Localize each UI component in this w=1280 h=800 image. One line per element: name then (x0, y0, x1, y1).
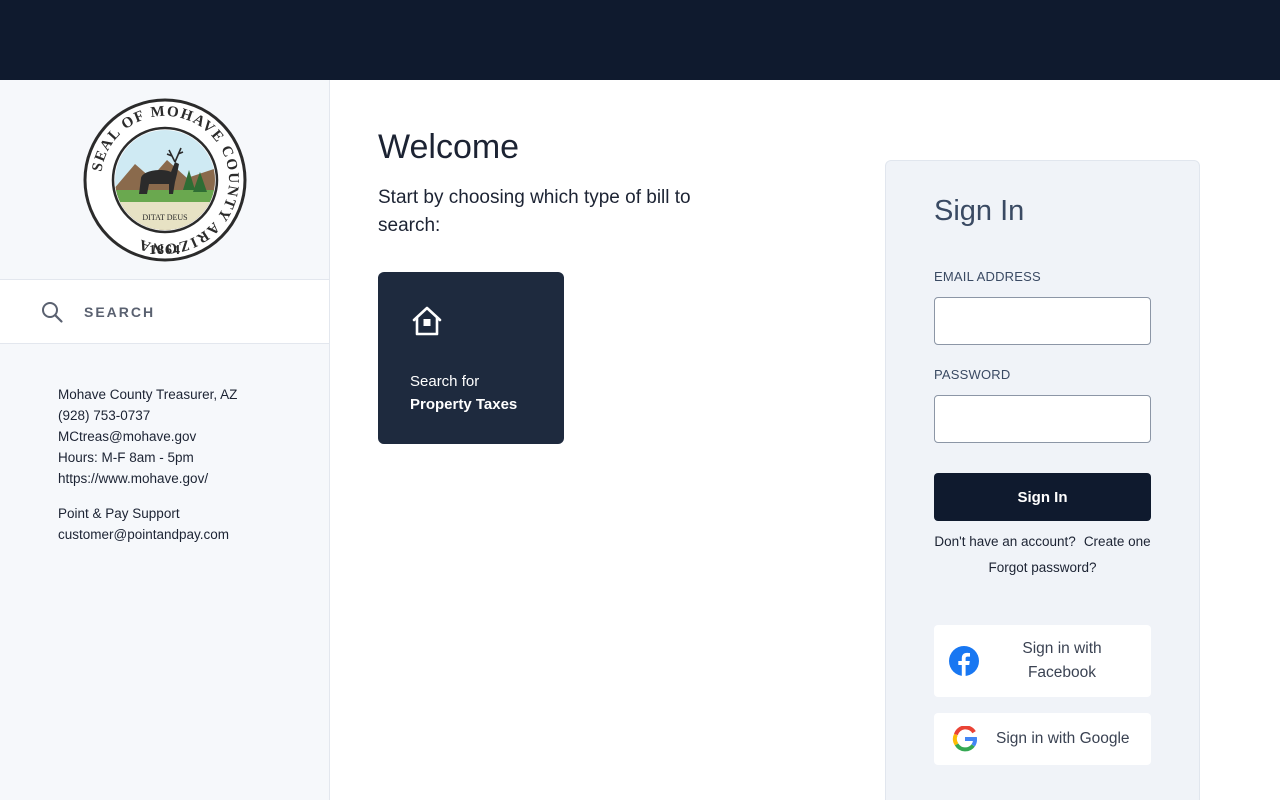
contact-hours: Hours: M-F 8am - 5pm (58, 450, 194, 465)
support-title: Point & Pay Support (58, 506, 180, 521)
seal-year: 1864 (149, 243, 181, 258)
account-prompt: Don't have an account? Create one (934, 532, 1151, 552)
tile-label-main: Property Taxes (410, 396, 518, 413)
sidebar: SEAL OF MOHAVE COUNTY ARIZONA DITAT DEUS… (0, 80, 330, 800)
create-account-link[interactable]: Create one (1084, 534, 1151, 549)
facebook-sign-in-button[interactable]: Sign in with Facebook (934, 625, 1151, 697)
password-label: PASSWORD (934, 367, 1011, 382)
main-content: Welcome Start by choosing which type of … (330, 80, 1280, 800)
forgot-password-link[interactable]: Forgot password? (934, 560, 1151, 575)
contact-info: Mohave County Treasurer, AZ (928) 753-07… (0, 344, 329, 545)
seal-motto: DITAT DEUS (142, 213, 187, 222)
facebook-sign-in-label: Sign in with Facebook (1022, 640, 1102, 681)
seal-container: SEAL OF MOHAVE COUNTY ARIZONA DITAT DEUS… (0, 80, 329, 280)
page-title: Welcome (378, 128, 520, 166)
search-label: SEARCH (84, 303, 156, 320)
contact-phone: (928) 753-0737 (58, 408, 151, 423)
property-taxes-tile[interactable]: Search for Property Taxes (378, 272, 564, 444)
sidebar-search[interactable]: SEARCH (0, 280, 329, 344)
contact-office-name: Mohave County Treasurer, AZ (58, 387, 238, 402)
sign-in-button[interactable]: Sign In (934, 473, 1151, 521)
county-seal-logo: SEAL OF MOHAVE COUNTY ARIZONA DITAT DEUS… (83, 98, 246, 261)
sign-in-panel: Sign In EMAIL ADDRESS PASSWORD Sign In D… (885, 160, 1200, 800)
page-subtitle: Start by choosing which type of bill to … (378, 187, 691, 236)
house-icon (412, 306, 442, 336)
top-bar (0, 0, 1280, 80)
search-icon (42, 301, 63, 323)
support-email: customer@pointandpay.com (58, 527, 230, 542)
contact-website: https://www.mohave.gov/ (58, 471, 209, 486)
no-account-text: Don't have an account? (934, 534, 1076, 549)
email-label: EMAIL ADDRESS (934, 269, 1041, 284)
google-sign-in-label: Sign in with Google (996, 730, 1130, 747)
password-field[interactable] (934, 395, 1151, 443)
google-icon (952, 726, 978, 752)
google-sign-in-button[interactable]: Sign in with Google (934, 713, 1151, 765)
sign-in-title: Sign In (934, 195, 1025, 227)
facebook-icon (949, 646, 979, 676)
tile-label-prefix: Search for (410, 373, 480, 390)
email-field[interactable] (934, 297, 1151, 345)
contact-email: MCtreas@mohave.gov (58, 429, 197, 444)
